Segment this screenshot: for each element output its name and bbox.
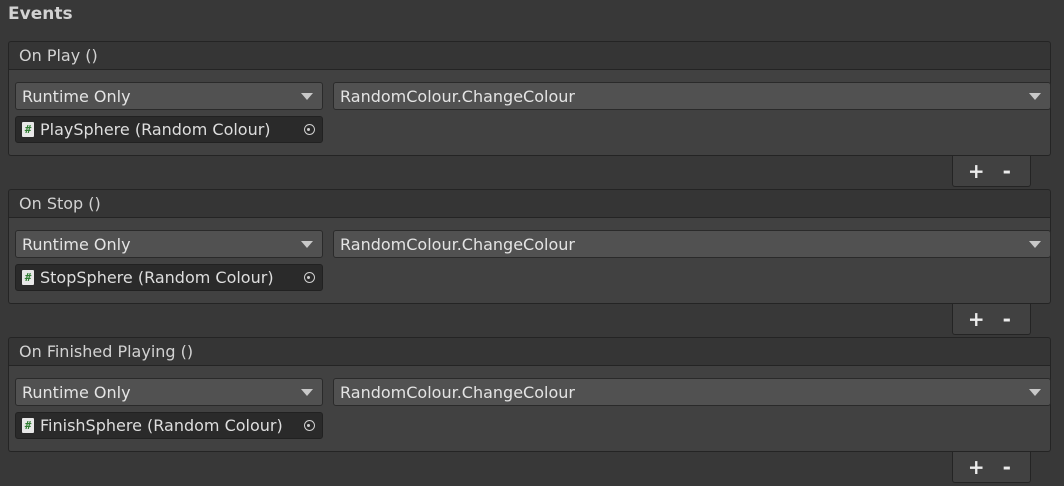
event-header: On Finished Playing (): [8, 337, 1051, 366]
dropdown-arrow-icon: [301, 389, 313, 396]
target-object-field[interactable]: # PlaySphere (Random Colour): [15, 116, 323, 143]
events-inspector: Events On Play () Runtime Only RandomCol…: [0, 0, 1064, 486]
csharp-script-icon: #: [22, 270, 34, 285]
call-state-dropdown[interactable]: Runtime Only: [15, 82, 323, 110]
unity-event-on-play: On Play () Runtime Only RandomColour.Cha…: [8, 41, 1051, 156]
add-listener-button[interactable]: +: [964, 457, 988, 477]
target-object-label: StopSphere (Random Colour): [40, 268, 274, 287]
call-state-value: Runtime Only: [22, 234, 131, 254]
function-value: RandomColour.ChangeColour: [340, 382, 575, 402]
remove-listener-button[interactable]: -: [995, 457, 1019, 477]
target-object-label: PlaySphere (Random Colour): [40, 120, 271, 139]
dropdown-arrow-icon: [301, 93, 313, 100]
dropdown-arrow-icon: [301, 241, 313, 248]
event-listener-row: Runtime Only RandomColour.ChangeColour #…: [8, 366, 1051, 452]
csharp-script-icon: #: [22, 122, 34, 137]
dropdown-arrow-icon: [1029, 93, 1041, 100]
call-state-value: Runtime Only: [22, 86, 131, 106]
unity-event-on-finished-playing: On Finished Playing () Runtime Only Rand…: [8, 337, 1051, 452]
csharp-script-icon: #: [22, 418, 34, 433]
target-object-label: FinishSphere (Random Colour): [40, 416, 283, 435]
function-value: RandomColour.ChangeColour: [340, 234, 575, 254]
function-dropdown[interactable]: RandomColour.ChangeColour: [333, 230, 1051, 258]
target-object-field[interactable]: # FinishSphere (Random Colour): [15, 412, 323, 439]
event-header: On Play (): [8, 41, 1051, 70]
function-dropdown[interactable]: RandomColour.ChangeColour: [333, 378, 1051, 406]
add-remove-footer: + -: [952, 156, 1031, 187]
unity-event-on-stop: On Stop () Runtime Only RandomColour.Cha…: [8, 189, 1051, 304]
object-picker-button[interactable]: [296, 117, 322, 142]
call-state-value: Runtime Only: [22, 382, 131, 402]
event-listener-row: Runtime Only RandomColour.ChangeColour #…: [8, 218, 1051, 304]
remove-listener-button[interactable]: -: [995, 161, 1019, 181]
event-header: On Stop (): [8, 189, 1051, 218]
target-object-field[interactable]: # StopSphere (Random Colour): [15, 264, 323, 291]
remove-listener-button[interactable]: -: [995, 309, 1019, 329]
add-remove-footer: + -: [952, 452, 1031, 483]
function-dropdown[interactable]: RandomColour.ChangeColour: [333, 82, 1051, 110]
call-state-dropdown[interactable]: Runtime Only: [15, 378, 323, 406]
function-value: RandomColour.ChangeColour: [340, 86, 575, 106]
object-picker-button[interactable]: [296, 413, 322, 438]
dropdown-arrow-icon: [1029, 241, 1041, 248]
dropdown-arrow-icon: [1029, 389, 1041, 396]
event-listener-row: Runtime Only RandomColour.ChangeColour #…: [8, 70, 1051, 156]
call-state-dropdown[interactable]: Runtime Only: [15, 230, 323, 258]
object-picker-target-icon: [303, 420, 315, 431]
add-listener-button[interactable]: +: [964, 161, 988, 181]
add-listener-button[interactable]: +: [964, 309, 988, 329]
object-picker-target-icon: [303, 272, 315, 283]
add-remove-footer: + -: [952, 304, 1031, 335]
object-picker-button[interactable]: [296, 265, 322, 290]
object-picker-target-icon: [303, 124, 315, 135]
events-section-title: Events: [8, 4, 73, 24]
